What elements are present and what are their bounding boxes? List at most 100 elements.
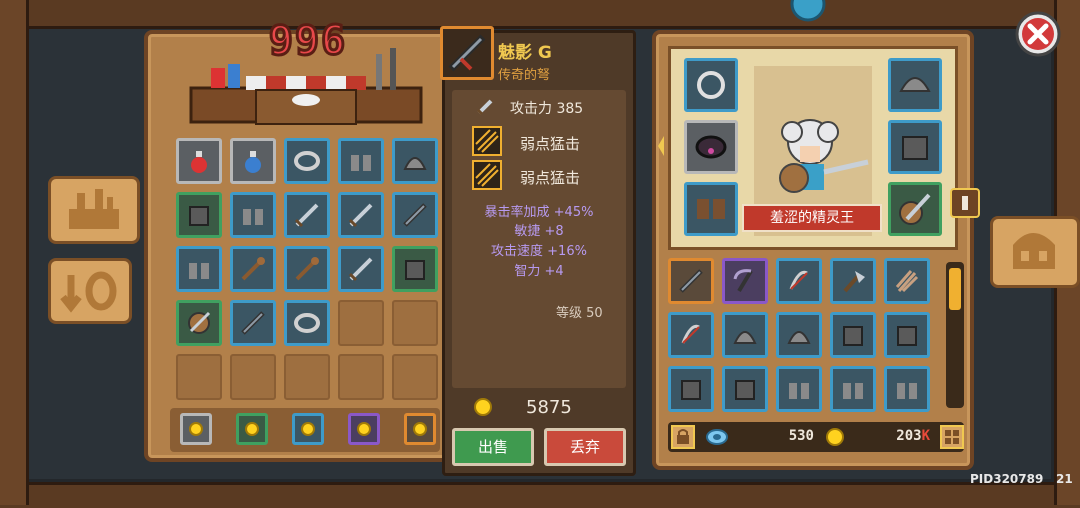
inventory-slot[interactable] [722,258,768,304]
shop-slot[interactable] [176,300,222,346]
shop-slot[interactable] [338,138,384,184]
bow-icon [677,321,705,349]
boots-icon [185,255,213,283]
anvil-icon [69,189,119,229]
tooltip-skill-1: 弱点猛击 [520,135,581,153]
shop-slot[interactable] [338,246,384,292]
equip-slot-armor[interactable] [888,120,942,174]
gold-coin-icon [245,422,259,436]
shop-slot[interactable] [392,138,438,184]
belt-icon [695,135,727,159]
filter-blue-button[interactable] [292,413,324,445]
grid-view-button[interactable] [940,425,964,449]
armor-icon [893,321,921,349]
filter-orange-button[interactable] [404,413,436,445]
tooltip-item-subtitle: 传奇的弩 [498,68,551,83]
footer-number: 21 [1056,472,1073,486]
scrollbar-thumb[interactable] [949,268,961,310]
gold-coin-icon [474,398,492,416]
equip-slot-belt[interactable] [684,120,738,174]
shop-slot[interactable] [230,192,276,238]
shop-slot[interactable] [284,300,330,346]
shop-slot[interactable] [284,192,330,238]
equip-slot-helmet[interactable] [888,58,942,112]
crossbow-icon [401,201,429,229]
shop-slot[interactable] [284,138,330,184]
shop-slot[interactable] [230,300,276,346]
staff-icon [293,255,321,283]
inventory-slot[interactable] [722,312,768,358]
gold-coin-icon [301,422,315,436]
tooltip-stat-speed: 攻击速度 +16% [491,244,587,259]
inventory-slot[interactable] [884,258,930,304]
shop-slot[interactable] [176,354,222,400]
craft-button[interactable] [48,176,140,244]
close-icon [1015,11,1061,57]
equip-slot-weapon[interactable] [888,182,942,236]
crossbow-icon [448,34,486,72]
shop-slot[interactable] [230,246,276,292]
hero-left-arrow-icon[interactable] [656,134,666,158]
shop-slot[interactable] [392,246,438,292]
inventory-slot[interactable] [722,366,768,412]
axe-icon [839,267,867,295]
inventory-slot[interactable] [668,366,714,412]
shop-slot[interactable] [392,192,438,238]
shop-slot[interactable] [338,192,384,238]
sell-button[interactable]: 出售 [452,428,534,466]
tooltip-attack: 攻击力 385 [510,101,584,117]
inventory-slot[interactable] [884,366,930,412]
inventory-slot[interactable] [830,312,876,358]
shop-slot[interactable] [230,138,276,184]
shop-slot[interactable] [176,138,222,184]
sort-button[interactable] [48,258,132,324]
discard-button[interactable]: 丢弃 [544,428,626,466]
shop-slot[interactable] [338,354,384,400]
tooltip-level: 等级 50 [556,306,603,321]
shop-slot[interactable] [284,246,330,292]
filter-green-button[interactable] [236,413,268,445]
equip-slot-necklace[interactable] [684,58,738,112]
inventory-slot[interactable] [668,312,714,358]
inventory-slot[interactable] [668,258,714,304]
ring-icon [293,147,321,175]
helmet-icon [1013,233,1055,269]
boots-icon [239,201,267,229]
equip-slot-boots[interactable] [684,182,738,236]
hero-switch-button[interactable] [990,216,1080,288]
gold-coin-icon [826,428,844,446]
inventory-slot[interactable] [830,258,876,304]
gold-coin-icon [413,422,427,436]
inventory-slot[interactable] [776,312,822,358]
armor-icon [902,136,928,160]
close-button[interactable] [1014,10,1062,58]
shop-slot[interactable] [284,354,330,400]
inventory-slot[interactable] [776,366,822,412]
sword-icon [347,201,375,229]
tooltip-stat-int: 智力 +4 [514,264,564,279]
boots-icon [785,375,813,403]
gold-count-value: 203 [896,428,922,444]
shop-slot[interactable] [338,300,384,346]
hero-side-tab[interactable] [950,188,980,218]
skill-slash-icon [472,126,502,156]
shop-slot[interactable] [230,354,276,400]
filter-grey-button[interactable] [180,413,212,445]
filter-purple-button[interactable] [348,413,380,445]
lock-button[interactable] [671,425,695,449]
inventory-slot[interactable] [884,312,930,358]
helmet-icon [899,77,931,92]
shop-slot[interactable] [176,192,222,238]
armor-icon [401,255,429,283]
shop-slot[interactable] [176,246,222,292]
shop-slot[interactable] [392,300,438,346]
inventory-slot[interactable] [776,258,822,304]
inventory-slot[interactable] [830,366,876,412]
helmet-icon [785,321,813,349]
inventory-scrollbar[interactable] [946,262,964,408]
tooltip-skill-2: 弱点猛击 [520,169,581,187]
gold-coin-icon [189,422,203,436]
bar-icon [962,196,968,210]
tooltip-item-slot [440,26,494,80]
shop-slot[interactable] [392,354,438,400]
